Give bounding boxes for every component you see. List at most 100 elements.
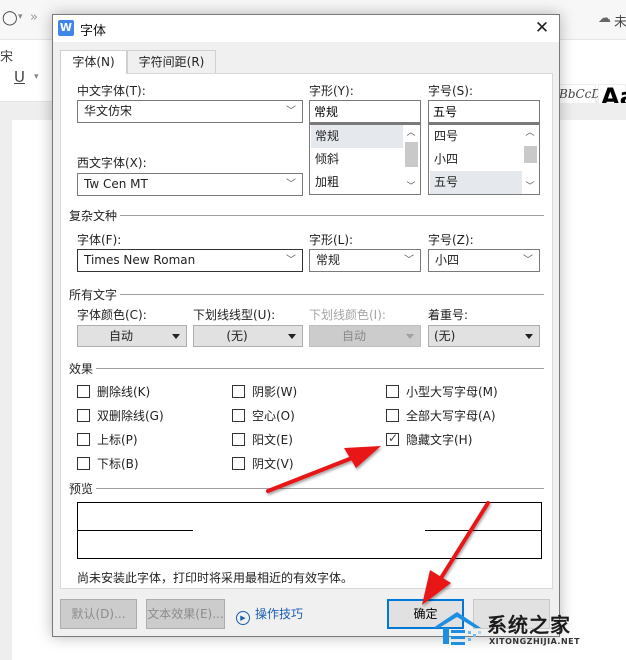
text-effects-button: 文本效果(E)... [146, 599, 225, 629]
western-font-value: Tw Cen MT [84, 177, 148, 191]
checkbox-box[interactable] [232, 409, 245, 422]
underline-type-dropdown[interactable]: (无) [193, 325, 303, 347]
emphasis-mark-dropdown[interactable]: (无) [428, 325, 540, 347]
font-style-list[interactable]: 常规 倾斜 加粗 ︿ ﹀ [309, 123, 421, 195]
checkbox-box[interactable] [77, 409, 90, 422]
underline-type-label: 下划线线型(U): [193, 308, 276, 322]
all-text-section: 所有文字 [69, 286, 544, 303]
more-icon[interactable]: » [30, 10, 38, 25]
complex-font-value: Times New Roman [84, 253, 196, 267]
font-style-scrollbar[interactable]: ︿ ﹀ [403, 125, 419, 194]
complex-script-section: 复杂文种 [69, 207, 544, 224]
tips-link[interactable]: ▶ 操作技巧 [236, 605, 303, 625]
font-name-box[interactable]: 宋 [0, 46, 13, 65]
checkbox-box[interactable] [77, 433, 90, 446]
underline-color-dropdown: 自动 [309, 325, 421, 347]
font-color-dropdown[interactable]: 自动 [77, 325, 187, 347]
emphasis-mark-value: (无) [434, 329, 456, 343]
scroll-thumb[interactable] [405, 142, 418, 167]
dialog-titlebar[interactable]: W 字体 ✕ [53, 15, 559, 42]
font-style-option[interactable]: 加粗 [311, 171, 404, 194]
font-size-list[interactable]: 四号 小四 五号 ︿ ﹀ [428, 123, 540, 195]
checkbox-label: 全部大写字母(A) [406, 409, 496, 423]
scroll-thumb[interactable] [524, 146, 537, 163]
chevron-down-icon: ﹀ [404, 255, 414, 266]
checkbox-box[interactable] [232, 385, 245, 398]
cloud-status-text: 未 [614, 15, 626, 30]
font-size-input[interactable] [428, 100, 540, 123]
default-button: 默认(D)... [60, 599, 137, 629]
house-logo-icon [433, 612, 481, 645]
checkbox-label: 删除线(K) [97, 385, 151, 399]
play-icon: ▶ [236, 611, 250, 625]
checkmark-icon: ✓ [388, 431, 399, 445]
effects-section: 效果 [69, 360, 544, 377]
chevron-down-icon: ﹀ [523, 255, 533, 266]
complex-size-value: 小四 [435, 253, 460, 267]
divider [69, 368, 544, 369]
font-size-option[interactable]: 五号 [430, 171, 523, 194]
western-font-select[interactable]: Tw Cen MT ﹀ [77, 173, 303, 196]
checkbox-box[interactable] [232, 433, 245, 446]
tab-character-spacing[interactable]: 字符间距(R) [127, 50, 216, 73]
font-size-option[interactable]: 小四 [430, 148, 523, 171]
complex-size-select[interactable]: 小四 ﹀ [428, 249, 540, 272]
wps-writer-icon: W [58, 20, 74, 36]
dialog-title: 字体 [80, 24, 107, 39]
cloud-icon[interactable]: ☁ [598, 11, 611, 26]
watermark-title: 系统之家 [487, 613, 571, 637]
font-style-input[interactable] [309, 100, 421, 123]
checkbox-box[interactable] [232, 457, 245, 470]
checkbox-label: 隐藏文字(H) [406, 433, 473, 447]
section-title: 复杂文种 [69, 207, 121, 224]
font-style-label: 字形(Y): [309, 84, 354, 98]
checkbox-label: 空心(O) [252, 409, 295, 423]
chinese-font-select[interactable]: 华文仿宋 ﹀ [77, 100, 303, 123]
undo-icon[interactable]: ◯ [2, 10, 18, 26]
western-font-label: 西文字体(X): [77, 156, 147, 170]
complex-style-select[interactable]: 常规 ﹀ [309, 249, 421, 272]
complex-size-label: 字号(Z): [428, 233, 474, 247]
checkbox-box[interactable] [386, 385, 399, 398]
dropdown-triangle-icon [172, 334, 180, 339]
complex-font-label: 字体(F): [77, 233, 122, 247]
font-dialog: W 字体 ✕ 字体(N) 字符间距(R) 中文字体(T): 华文仿宋 ﹀ 西文字… [52, 14, 560, 637]
font-style-option[interactable]: 常规 [311, 125, 404, 148]
dropdown-triangle-icon [525, 334, 533, 339]
checkbox-box[interactable] [77, 457, 90, 470]
underline-color-value: 自动 [341, 329, 366, 343]
underline-dropdown-icon[interactable]: ▾ [34, 72, 39, 82]
scroll-down-icon[interactable]: ﹀ [522, 180, 538, 194]
preview-section: 预览 [69, 480, 544, 497]
scroll-up-icon[interactable]: ︿ [403, 126, 419, 140]
chevron-down-icon: ﹀ [286, 106, 296, 117]
checkbox-label: 小型大写字母(M) [406, 385, 498, 399]
checkbox-label: 双删除线(G) [97, 409, 164, 423]
tab-font[interactable]: 字体(N) [60, 50, 127, 74]
checkbox-box[interactable]: ✓ [386, 431, 399, 446]
close-icon[interactable]: ✕ [531, 17, 553, 39]
checkbox-label: 上标(P) [97, 433, 138, 447]
section-title: 预览 [69, 480, 97, 497]
scroll-down-icon[interactable]: ﹀ [403, 180, 419, 194]
underline-icon[interactable]: U [14, 68, 25, 86]
checkbox-box[interactable] [77, 385, 90, 398]
preview-baseline-right [425, 530, 541, 531]
complex-font-select[interactable]: Times New Roman ﹀ [77, 249, 303, 272]
font-style-option[interactable]: 倾斜 [311, 148, 404, 171]
dropdown-arrow-icon[interactable]: ▾ [18, 12, 23, 22]
chevron-down-icon: ﹀ [286, 179, 296, 190]
dropdown-triangle-icon [288, 334, 296, 339]
font-size-scrollbar[interactable]: ︿ ﹀ [522, 125, 538, 194]
underline-type-value: (无) [226, 329, 248, 343]
font-color-value: 自动 [108, 329, 133, 343]
preview-box [77, 502, 542, 559]
font-size-label: 字号(S): [428, 84, 474, 98]
emphasis-mark-label: 着重号: [428, 308, 469, 322]
checkbox-label: 阴影(W) [252, 385, 298, 399]
font-size-option[interactable]: 四号 [430, 125, 523, 148]
dropdown-triangle-icon [406, 334, 414, 339]
section-title: 所有文字 [69, 286, 121, 303]
scroll-up-icon[interactable]: ︿ [522, 126, 538, 140]
checkbox-box[interactable] [386, 409, 399, 422]
